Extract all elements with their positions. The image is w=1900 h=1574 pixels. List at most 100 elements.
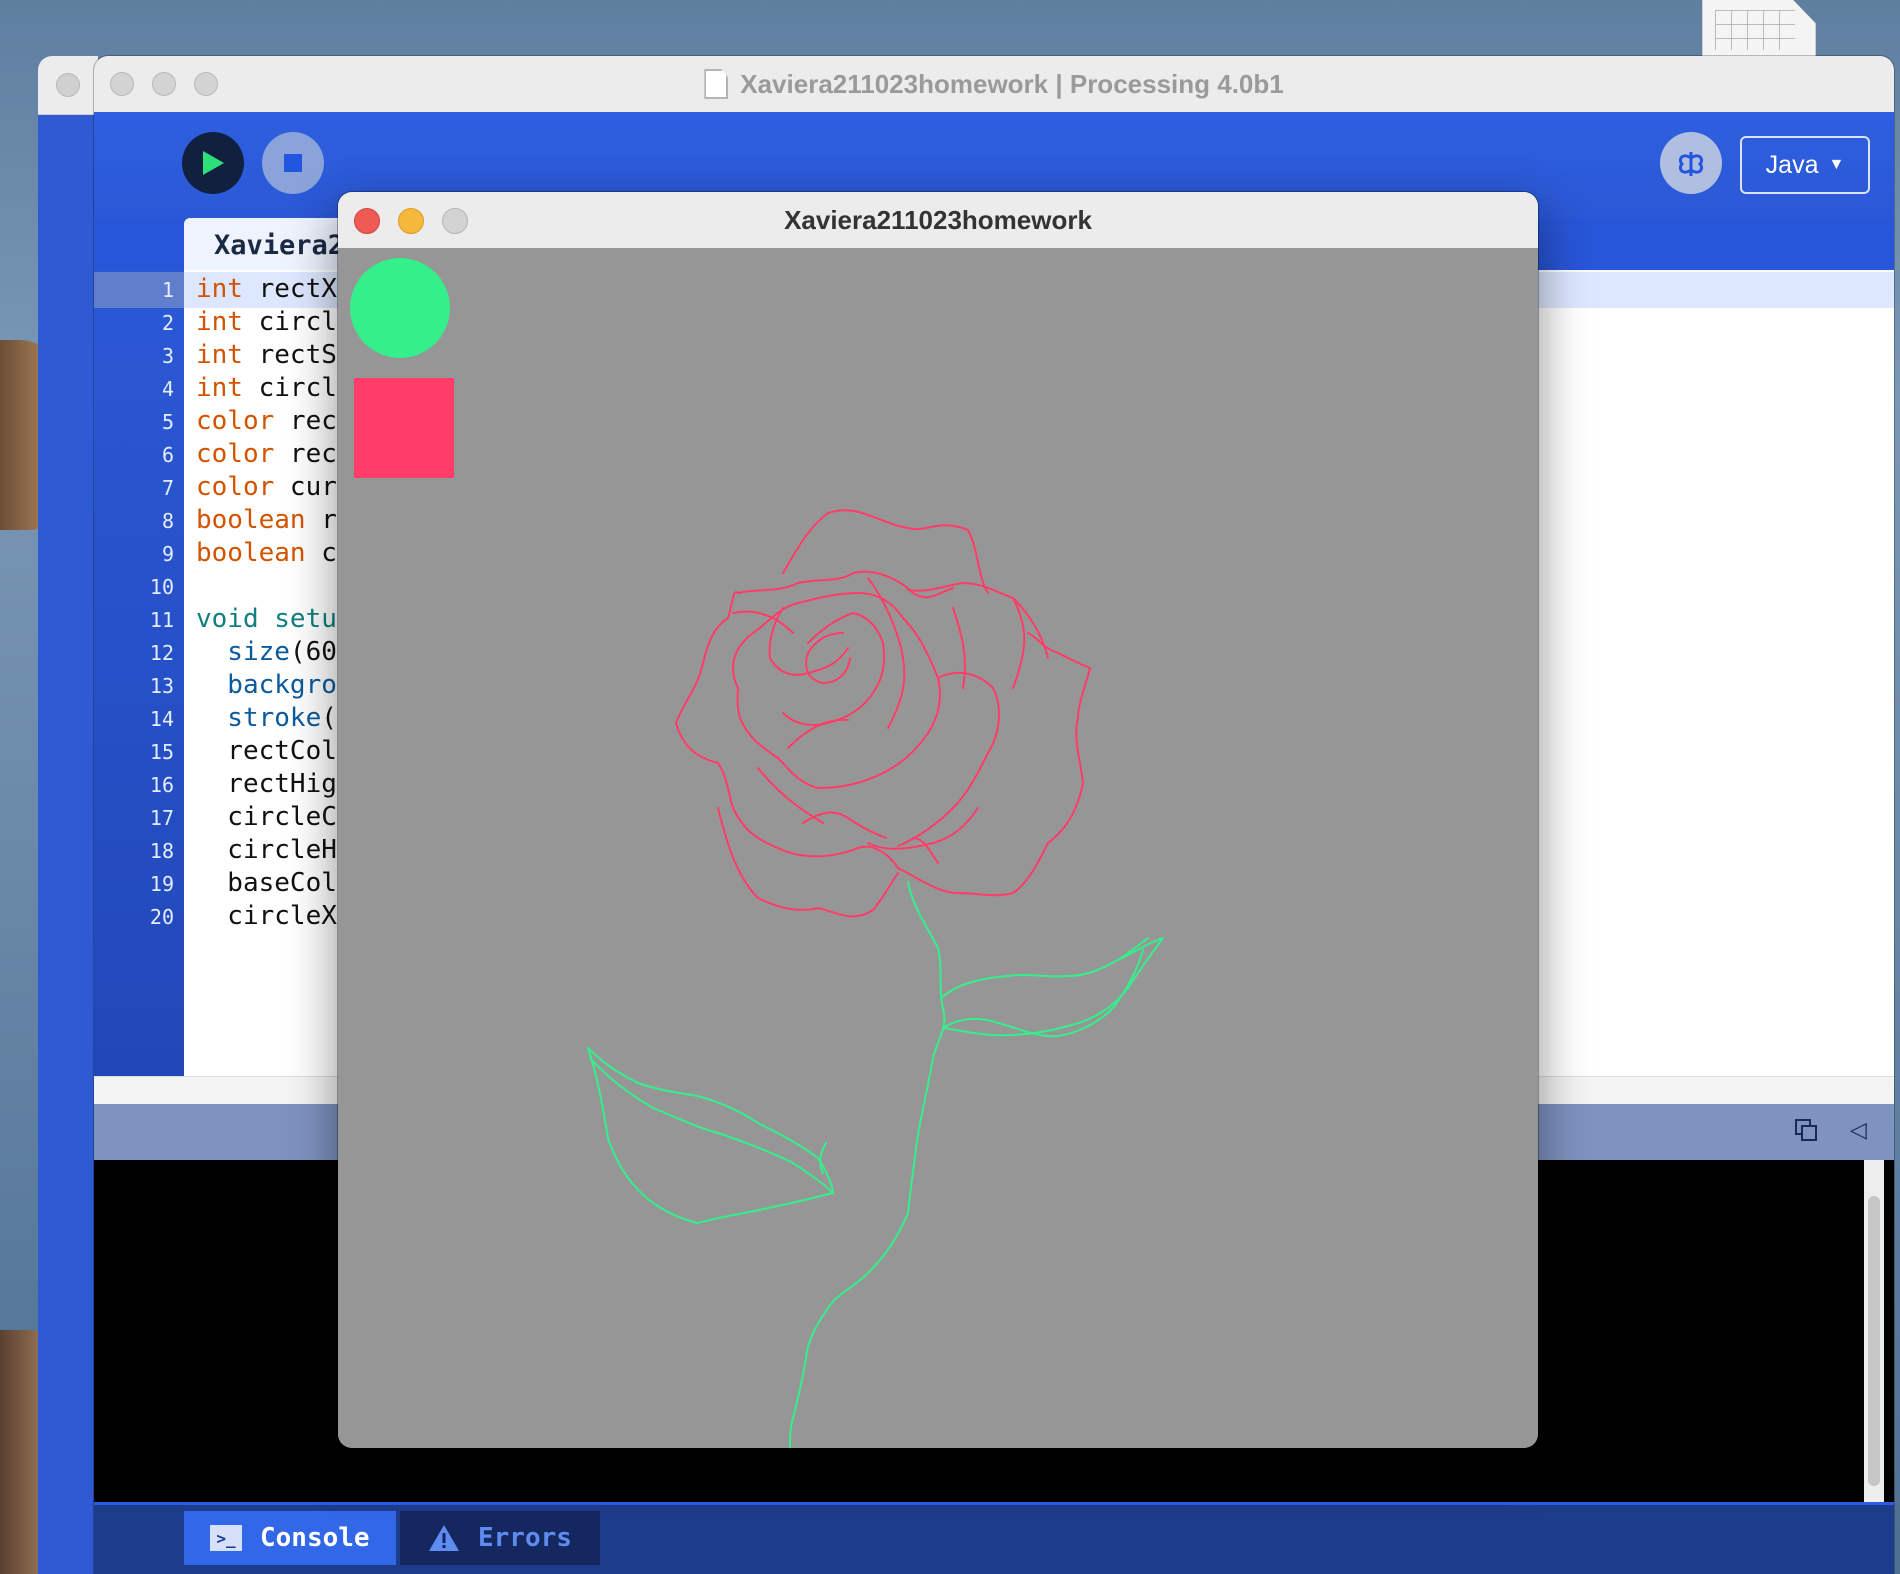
console-scrollbar[interactable] [1864, 1160, 1884, 1502]
code-line: baseCol [196, 868, 337, 898]
editor-tab-label: Xaviera2 [214, 230, 345, 261]
code-token: circleH [196, 835, 337, 865]
line-number: 1 [161, 278, 174, 302]
code-token: rectX [242, 274, 337, 304]
bottom-tab-bar: >_ Console Errors [94, 1502, 1894, 1574]
tab-console-label: Console [260, 1523, 370, 1553]
code-line: backgro [196, 670, 337, 700]
line-number: 20 [149, 905, 174, 929]
rose-drawing [587, 509, 1164, 1448]
code-token: rectHig [196, 769, 337, 799]
code-token: c [305, 538, 337, 568]
line-number: 13 [149, 674, 174, 698]
code-token: void setu [196, 604, 337, 634]
document-icon [704, 69, 729, 99]
run-button[interactable] [182, 132, 244, 194]
line-number: 17 [149, 806, 174, 830]
terminal-icon: >_ [210, 1525, 242, 1551]
code-line: stroke( [196, 703, 337, 733]
line-number: 3 [161, 344, 174, 368]
code-token: stroke [196, 703, 322, 733]
scrollbar-thumb[interactable] [1868, 1196, 1880, 1486]
code-token: int [196, 340, 243, 370]
code-line: circleC [196, 802, 337, 832]
code-line: int rectX [196, 274, 337, 304]
mode-selector[interactable]: Java ▼ [1740, 136, 1870, 194]
line-number: 6 [161, 443, 174, 467]
code-token: r [305, 505, 337, 535]
code-token: rectS [242, 340, 337, 370]
window-titlebar[interactable]: Xaviera211023homework | Processing 4.0b1 [94, 56, 1894, 113]
line-number: 15 [149, 740, 174, 764]
tab-console[interactable]: >_ Console [184, 1511, 396, 1565]
line-number: 14 [149, 707, 174, 731]
line-number: 9 [161, 542, 174, 566]
code-token: circl [242, 307, 337, 337]
debug-button[interactable] [1660, 132, 1722, 194]
sketch-title: Xaviera211023homework [784, 205, 1092, 235]
code-line: rectHig [196, 769, 337, 799]
code-token: rec [274, 406, 337, 436]
line-number: 4 [161, 377, 174, 401]
sketch-titlebar[interactable]: Xaviera211023homework [338, 192, 1538, 249]
code-token: (60 [289, 637, 337, 667]
code-token: size [196, 637, 290, 667]
code-line: int circl [196, 307, 337, 337]
stop-icon [284, 154, 302, 172]
code-line: color rec [196, 439, 337, 469]
code-token: int [196, 373, 243, 403]
code-token: color [196, 406, 275, 436]
stop-button[interactable] [262, 132, 324, 194]
code-token: boolean [196, 538, 306, 568]
code-line: int circl [196, 373, 337, 403]
code-line: size(60 [196, 637, 337, 667]
code-line: void setu [196, 604, 337, 634]
code-line: circleH [196, 835, 337, 865]
desktop-file-icon[interactable] [1702, 0, 1816, 59]
code-line: boolean c [196, 538, 337, 568]
window-title: Xaviera211023homework | Processing 4.0b1 [740, 68, 1284, 99]
code-token: rec [274, 439, 337, 469]
code-line: color rec [196, 406, 337, 436]
mode-label: Java [1765, 150, 1819, 179]
code-token: int [196, 307, 243, 337]
line-number: 10 [149, 575, 174, 599]
line-number: 19 [149, 872, 174, 896]
code-token: cur [274, 472, 337, 502]
line-number: 12 [149, 641, 174, 665]
sketch-canvas[interactable] [338, 248, 1538, 1448]
code-token: ( [321, 703, 337, 733]
triangle-left-icon[interactable]: ◁ [1850, 1118, 1867, 1143]
code-line: circleX [196, 901, 337, 931]
code-token: baseCol [196, 868, 337, 898]
code-line: boolean r [196, 505, 337, 535]
butterfly-debug-icon [1678, 152, 1704, 176]
background-window[interactable] [38, 56, 98, 1574]
code-line: int rectS [196, 340, 337, 370]
code-token: backgro [196, 670, 337, 700]
copy-icon[interactable] [1794, 1118, 1818, 1146]
code-token: int [196, 274, 243, 304]
code-token: rectCol [196, 736, 337, 766]
line-number: 5 [161, 410, 174, 434]
line-number: 11 [149, 608, 174, 632]
line-number-gutter: 1 2 3 4 5 6 7 8 9 10 11 12 13 14 15 16 17 18 19 20 [94, 270, 184, 1076]
code-token: circleX [196, 901, 337, 931]
tab-errors[interactable]: Errors [400, 1511, 600, 1565]
chevron-down-icon: ▼ [1828, 156, 1845, 173]
line-number: 7 [161, 476, 174, 500]
code-token: boolean [196, 505, 306, 535]
sketch-window: Xaviera211023homework [338, 192, 1538, 1448]
line-number: 16 [149, 773, 174, 797]
tab-errors-label: Errors [478, 1523, 572, 1553]
code-token: color [196, 439, 275, 469]
code-token: circleC [196, 802, 337, 832]
line-number: 18 [149, 839, 174, 863]
play-icon [203, 151, 224, 175]
window-control-icon[interactable] [56, 73, 80, 97]
line-number: 2 [161, 311, 174, 335]
warning-icon [429, 1525, 459, 1551]
code-line: rectCol [196, 736, 337, 766]
line-number: 8 [161, 509, 174, 533]
code-token: circl [242, 373, 337, 403]
